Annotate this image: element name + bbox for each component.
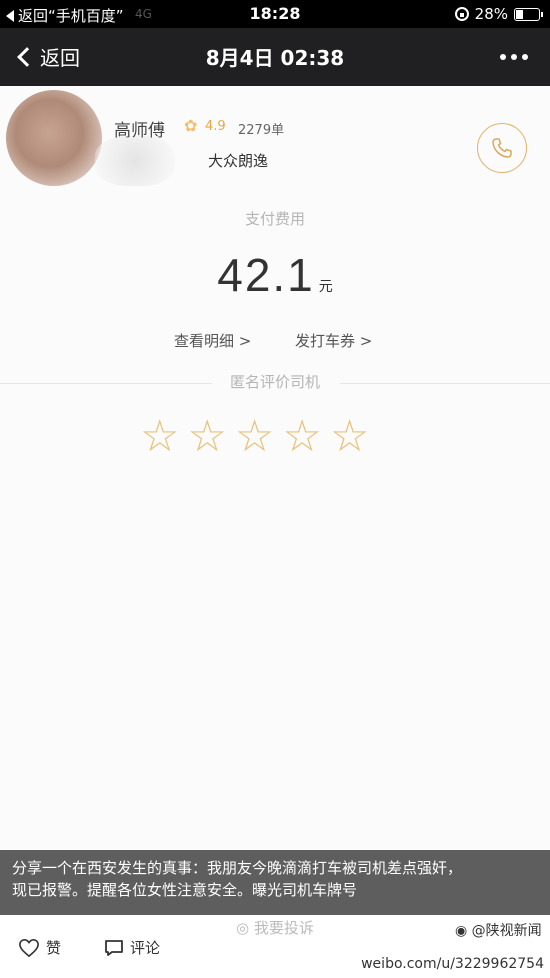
heart-icon [19, 938, 39, 957]
view-details-link[interactable]: 查看明细 > [174, 330, 251, 351]
weibo-logo-icon: ◉ [455, 923, 468, 939]
driver-avatar [6, 90, 102, 186]
car-model: 大众朗逸 [208, 152, 269, 170]
driver-rating: 4.9 [205, 119, 226, 134]
caption-line-2: 现已报警。提醒各位女性注意安全。曝光司机车牌号 [12, 881, 358, 899]
post-caption: 分享一个在西安发生的真事：我朋友今晚滴滴打车被司机差点强奸， 现已报警。提醒各位… [0, 850, 550, 915]
driver-name: 高师傅 [114, 121, 165, 141]
payment-unit: 元 [318, 279, 333, 295]
star-icon[interactable]: ☆ [235, 414, 274, 460]
caption-line-1: 分享一个在西安发生的真事：我朋友今晚滴滴打车被司机差点强奸， [12, 859, 463, 877]
watermark-text: @陕视新闻 [471, 923, 542, 939]
page-title: 8月4日 02:38 [205, 46, 345, 70]
payment-label: 支付费用 [244, 210, 305, 228]
battery-icon [514, 7, 543, 21]
star-icon[interactable]: ☆ [140, 414, 179, 460]
blurred-region [95, 136, 175, 186]
rating-stars: ☆ ☆ ☆ ☆ ☆ [140, 414, 369, 460]
weibo-watermark: ◉ @陕视新闻 [455, 920, 542, 940]
comment-icon [105, 939, 123, 956]
rating-badge-icon: ✿ [184, 116, 198, 135]
send-coupon-link[interactable]: 发打车券 > [295, 330, 372, 351]
rating-divider: 匿名评价司机 [0, 371, 550, 395]
star-icon[interactable]: ☆ [282, 414, 321, 460]
star-icon[interactable]: ☆ [187, 414, 226, 460]
like-label: 赞 [46, 939, 62, 957]
nav-bar: 返回 8月4日 02:38 [0, 28, 550, 86]
phone-icon[interactable] [477, 123, 527, 173]
status-right: 28% [454, 5, 543, 23]
like-button[interactable]: 赞 [18, 937, 61, 958]
divider-right [340, 383, 550, 384]
weibo-url: weibo.com/u/3229962754 [361, 956, 544, 972]
rotation-lock-icon [454, 7, 469, 21]
battery-percent: 28% [474, 5, 508, 23]
weibo-footer: 赞 评论 ◉ @陕视新闻 weibo.com/u/3229962754 [0, 915, 550, 978]
more-dots-icon[interactable] [500, 54, 528, 60]
comment-label: 评论 [130, 939, 161, 957]
payment-amount: 42.1 [217, 249, 315, 301]
driver-order-count: 2279单 [238, 123, 285, 138]
trip-detail-content: 高师傅 ✿ 4.9 2279单 大众朗逸 支付费用 42.1 元 查看明细 > 发… [0, 86, 550, 850]
status-bar: 返回“手机百度” 4G 18:28 28% [0, 0, 550, 28]
comment-button[interactable]: 评论 [104, 937, 160, 958]
star-icon[interactable]: ☆ [330, 414, 369, 460]
rating-label: 匿名评价司机 [229, 373, 320, 391]
payment-amount-row: 42.1 元 [0, 248, 550, 302]
